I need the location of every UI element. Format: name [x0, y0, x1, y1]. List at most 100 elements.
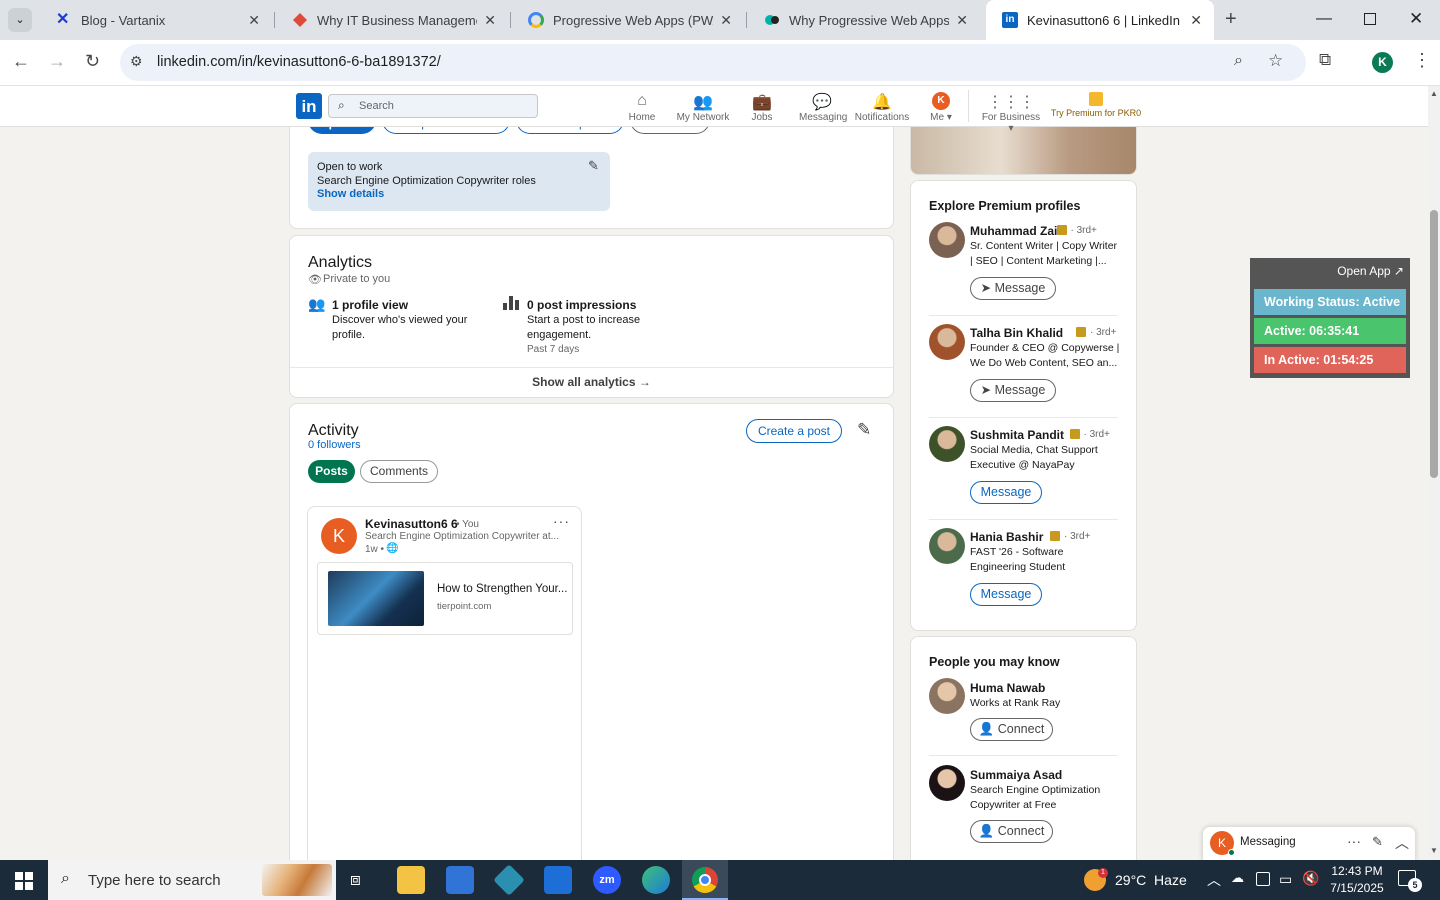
create-post-button[interactable]: Create a post: [746, 419, 842, 443]
nav-my-network[interactable]: 👥 My Network: [676, 92, 730, 123]
chrome-taskbar-button[interactable]: [682, 860, 728, 900]
nav-jobs[interactable]: 💼 Jobs: [748, 92, 776, 123]
profile-name[interactable]: Talha Bin Khalid: [970, 326, 1063, 340]
message-button[interactable]: ➤ Message: [970, 379, 1056, 402]
close-tab-icon[interactable]: ✕: [956, 12, 968, 29]
profile-name[interactable]: Huma Nawab: [970, 681, 1045, 695]
profile-name[interactable]: Sushmita Pandit: [970, 428, 1064, 442]
page-scrollbar[interactable]: ▲ ▼: [1428, 86, 1440, 860]
url-text[interactable]: linkedin.com/in/kevinasutton6-6-ba189137…: [157, 54, 441, 70]
message-button[interactable]: Message: [970, 481, 1042, 504]
message-button[interactable]: Message: [970, 583, 1042, 606]
profile-avatar[interactable]: [929, 324, 965, 360]
post-card[interactable]: K Kevinasutton6 6 • You Search Engine Op…: [307, 506, 582, 876]
back-icon[interactable]: ←: [12, 51, 30, 72]
profile-avatar[interactable]: [929, 222, 965, 258]
clock-date[interactable]: 7/15/2025: [1327, 881, 1387, 895]
nav-me[interactable]: K Me ▾: [926, 92, 956, 123]
open-app-link[interactable]: Open App ↗: [1337, 264, 1404, 278]
weather-text[interactable]: 29°C Haze: [1115, 872, 1187, 888]
zoom-icon[interactable]: ⌕: [1234, 52, 1243, 70]
nav-home[interactable]: ⌂ Home: [627, 92, 657, 123]
chrome-menu-icon[interactable]: ⋮: [1413, 50, 1431, 71]
browser-tab[interactable]: Why IT Business Management i ✕: [276, 0, 508, 40]
tab-comments[interactable]: Comments: [360, 460, 438, 483]
zoom-app-icon[interactable]: zm: [593, 866, 621, 894]
nav-messaging[interactable]: 💬 Messaging: [799, 92, 847, 123]
profile-name[interactable]: Hania Bashir: [970, 530, 1043, 544]
browser-toolbar: ← → ↻ ⚙ linkedin.com/in/kevinasutton6-6-…: [0, 40, 1440, 86]
connect-button[interactable]: 👤 Connect: [970, 718, 1053, 741]
task-view-icon[interactable]: ⧈: [350, 870, 361, 890]
browser-tab[interactable]: Progressive Web Apps (PWA) W ✕: [512, 0, 744, 40]
post-author-avatar[interactable]: K: [321, 518, 357, 554]
search-input[interactable]: ⌕ Search: [328, 94, 538, 118]
tab-search-button[interactable]: ⌄: [8, 8, 32, 32]
add-person-icon: 👤: [978, 722, 998, 736]
chrome-profile-avatar[interactable]: K: [1372, 52, 1393, 73]
edit-pencil-icon[interactable]: ✎: [857, 420, 871, 440]
edge-icon[interactable]: [642, 866, 670, 894]
bookmark-star-icon[interactable]: ☆: [1268, 51, 1283, 71]
nav-try-premium[interactable]: Try Premium for PKR0: [1050, 92, 1142, 118]
close-tab-icon[interactable]: ✕: [248, 12, 260, 29]
scrollbar-thumb[interactable]: [1430, 210, 1438, 478]
nav-for-business[interactable]: ⋮⋮⋮ For Business ▾: [980, 92, 1042, 134]
post-impressions-item[interactable]: 0 post impressions Start a post to incre…: [503, 296, 683, 356]
windows-start-icon[interactable]: [15, 872, 33, 895]
clock-time[interactable]: 12:43 PM: [1329, 864, 1385, 878]
cloud-icon[interactable]: ☁: [1231, 870, 1244, 886]
mail-icon[interactable]: [544, 866, 572, 894]
more-options-icon[interactable]: ···: [1347, 833, 1361, 849]
browser-tab[interactable]: Why Progressive Web Apps Ar ✕: [748, 0, 980, 40]
message-button[interactable]: ➤ Message: [970, 277, 1056, 300]
browser-tab-active[interactable]: in Kevinasutton6 6 | LinkedIn ✕: [986, 0, 1214, 40]
tray-app-icon[interactable]: [1256, 872, 1270, 886]
open-to-work-box[interactable]: Open to work Search Engine Optimization …: [308, 152, 610, 211]
compose-icon[interactable]: ✎: [1372, 834, 1383, 850]
taskbar-search-input[interactable]: ⌕ Type here to search: [48, 860, 336, 900]
close-tab-icon[interactable]: ✕: [484, 12, 496, 29]
show-details-link[interactable]: Show details: [317, 188, 384, 200]
extensions-icon[interactable]: ⧉: [1319, 50, 1331, 70]
followers-link[interactable]: 0 followers: [308, 439, 361, 451]
chevron-up-icon[interactable]: ︿: [1395, 833, 1409, 853]
scroll-up-arrow-icon[interactable]: ▲: [1430, 89, 1438, 98]
close-tab-icon[interactable]: ✕: [720, 12, 732, 29]
show-all-analytics-link[interactable]: Show all analytics →: [290, 375, 893, 389]
nav-notifications[interactable]: 🔔 Notifications: [854, 92, 910, 123]
tray-chevron-up-icon[interactable]: ︿: [1207, 870, 1221, 890]
volume-muted-icon[interactable]: 🔇: [1302, 870, 1319, 887]
close-window-icon[interactable]: ✕: [1409, 9, 1423, 29]
restore-icon[interactable]: [1364, 13, 1376, 25]
more-options-icon[interactable]: ···: [553, 513, 570, 529]
forward-icon[interactable]: →: [48, 51, 66, 72]
messaging-bar[interactable]: K Messaging ··· ✎ ︿: [1202, 826, 1416, 860]
reload-icon[interactable]: ↻: [85, 51, 100, 72]
linkedin-logo[interactable]: in: [296, 93, 322, 119]
new-tab-icon[interactable]: +: [1225, 8, 1237, 31]
tab-posts[interactable]: Posts: [308, 460, 355, 483]
browser-tab[interactable]: ✕ Blog - Vartanix ✕: [40, 0, 272, 40]
post-author-name[interactable]: Kevinasutton6 6: [365, 517, 458, 531]
link-preview[interactable]: How to Strengthen Your... tierpoint.com: [317, 562, 573, 635]
close-tab-icon[interactable]: ✕: [1190, 12, 1202, 29]
profile-name[interactable]: Summaiya Asad: [970, 768, 1062, 782]
profile-avatar[interactable]: [929, 765, 965, 801]
profile-avatar[interactable]: [929, 678, 965, 714]
pencil-icon[interactable]: ✎: [588, 158, 599, 174]
profile-avatar[interactable]: [929, 426, 965, 462]
scroll-down-arrow-icon[interactable]: ▼: [1430, 846, 1438, 855]
profile-views-item[interactable]: 👥 1 profile view Discover who's viewed y…: [308, 296, 488, 346]
connection-degree: · 3rd+: [1070, 225, 1097, 236]
minimize-icon[interactable]: —: [1316, 10, 1332, 28]
profile-avatar[interactable]: [929, 528, 965, 564]
display-icon[interactable]: ▭: [1279, 871, 1292, 888]
address-bar[interactable]: ⚙ linkedin.com/in/kevinasutton6-6-ba1891…: [120, 44, 1306, 81]
connect-button[interactable]: 👤 Connect: [970, 820, 1053, 843]
store-icon[interactable]: [446, 866, 474, 894]
site-info-icon[interactable]: ⚙: [130, 53, 143, 70]
profile-name[interactable]: Muhammad Zain: [970, 224, 1065, 238]
file-explorer-icon[interactable]: [397, 866, 425, 894]
app-icon[interactable]: [493, 864, 525, 896]
